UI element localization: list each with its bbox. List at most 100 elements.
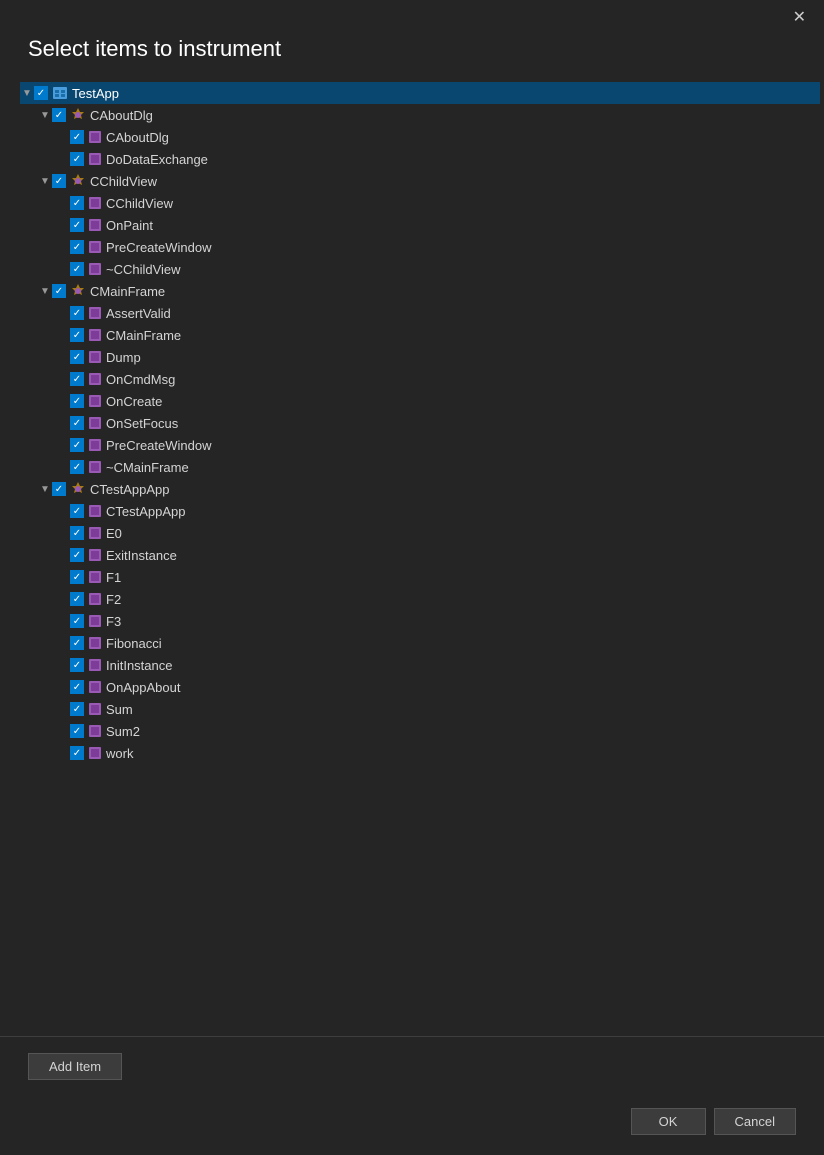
- tree-row-e0[interactable]: ✓ E0: [20, 522, 820, 544]
- tree-row-cchildview-ctor[interactable]: ✓ CChildView: [20, 192, 820, 214]
- bottom-bar: Add Item: [0, 1036, 824, 1096]
- checkbox-caboutdlg[interactable]: ✓: [52, 108, 66, 122]
- expand-arrow-cmainframe[interactable]: ▼: [38, 286, 52, 297]
- checkbox-dtor-cmainframe[interactable]: ✓: [70, 460, 84, 474]
- method-icon-13: [88, 438, 102, 452]
- checkbox-dodataexchange[interactable]: ✓: [70, 152, 84, 166]
- checkbox-f3[interactable]: ✓: [70, 614, 84, 628]
- checkbox-caboutdlg-ctor[interactable]: ✓: [70, 130, 84, 144]
- tree-row-dump[interactable]: ✓ Dump: [20, 346, 820, 368]
- tree-row-precreatewindow-1[interactable]: ✓ PreCreateWindow: [20, 236, 820, 258]
- expand-arrow-empty14: [56, 462, 70, 473]
- label-oncmdmsg: OnCmdMsg: [106, 372, 175, 387]
- tree-row-ctestappapp-ctor[interactable]: ✓ CTestAppApp: [20, 500, 820, 522]
- tree-row-work[interactable]: ✓ work: [20, 742, 820, 764]
- checkbox-precreatewindow-1[interactable]: ✓: [70, 240, 84, 254]
- tree-row-precreatewindow-2[interactable]: ✓ PreCreateWindow: [20, 434, 820, 456]
- tree-row-sum[interactable]: ✓ Sum: [20, 698, 820, 720]
- expand-arrow-empty7: [56, 308, 70, 319]
- label-sum2: Sum2: [106, 724, 140, 739]
- cancel-button[interactable]: Cancel: [714, 1108, 796, 1135]
- tree-row-cmainframe-ctor[interactable]: ✓ CMainFrame: [20, 324, 820, 346]
- checkbox-oncmdmsg[interactable]: ✓: [70, 372, 84, 386]
- tree-row-onappabout[interactable]: ✓ OnAppAbout: [20, 676, 820, 698]
- checkbox-cmainframe-ctor[interactable]: ✓: [70, 328, 84, 342]
- expand-arrow-caboutdlg[interactable]: ▼: [38, 110, 52, 121]
- label-onpaint: OnPaint: [106, 218, 153, 233]
- method-icon-26: [88, 746, 102, 760]
- expand-arrow-empty4: [56, 220, 70, 231]
- tree-row-caboutdlg-ctor[interactable]: ✓ CAboutDlg: [20, 126, 820, 148]
- checkbox-onpaint[interactable]: ✓: [70, 218, 84, 232]
- tree-row-dtor-cchildview[interactable]: ✓ ~CChildView: [20, 258, 820, 280]
- expand-arrow-ctestappapp[interactable]: ▼: [38, 484, 52, 495]
- checkbox-sum2[interactable]: ✓: [70, 724, 84, 738]
- checkbox-exitinstance[interactable]: ✓: [70, 548, 84, 562]
- add-item-button[interactable]: Add Item: [28, 1053, 122, 1080]
- checkbox-ctestappapp-ctor[interactable]: ✓: [70, 504, 84, 518]
- checkbox-e0[interactable]: ✓: [70, 526, 84, 540]
- expand-arrow-empty21: [56, 638, 70, 649]
- tree-row-fibonacci[interactable]: ✓ Fibonacci: [20, 632, 820, 654]
- close-button[interactable]: ✕: [787, 8, 812, 28]
- checkbox-fibonacci[interactable]: ✓: [70, 636, 84, 650]
- checkbox-initinstance[interactable]: ✓: [70, 658, 84, 672]
- label-cchildview: CChildView: [90, 174, 157, 189]
- checkbox-onsetfocus[interactable]: ✓: [70, 416, 84, 430]
- tree-row-f1[interactable]: ✓ F1: [20, 566, 820, 588]
- tree-row-dodataexchange[interactable]: ✓ DoDataExchange: [20, 148, 820, 170]
- checkbox-ctestappapp[interactable]: ✓: [52, 482, 66, 496]
- checkbox-f2[interactable]: ✓: [70, 592, 84, 606]
- checkbox-assertvalid[interactable]: ✓: [70, 306, 84, 320]
- checkbox-oncreate[interactable]: ✓: [70, 394, 84, 408]
- label-cchildview-ctor: CChildView: [106, 196, 173, 211]
- checkbox-dump[interactable]: ✓: [70, 350, 84, 364]
- label-fibonacci: Fibonacci: [106, 636, 162, 651]
- label-dodataexchange: DoDataExchange: [106, 152, 208, 167]
- checkbox-cchildview[interactable]: ✓: [52, 174, 66, 188]
- tree-container[interactable]: ▼ ✓ TestApp ▼ ✓: [0, 78, 820, 1036]
- footer-buttons: OK Cancel: [0, 1096, 824, 1155]
- checkbox-testapp[interactable]: ✓: [34, 86, 48, 100]
- checkbox-cmainframe[interactable]: ✓: [52, 284, 66, 298]
- label-caboutdlg: CAboutDlg: [90, 108, 153, 123]
- tree-row-onsetfocus[interactable]: ✓ OnSetFocus: [20, 412, 820, 434]
- tree-row-cmainframe[interactable]: ▼ ✓ CMainFrame: [20, 280, 820, 302]
- method-icon-16: [88, 526, 102, 540]
- tree-row-initinstance[interactable]: ✓ InitInstance: [20, 654, 820, 676]
- checkbox-precreatewindow-2[interactable]: ✓: [70, 438, 84, 452]
- checkbox-sum[interactable]: ✓: [70, 702, 84, 716]
- tree-row-testapp[interactable]: ▼ ✓ TestApp: [20, 82, 820, 104]
- dialog-title: Select items to instrument: [0, 28, 824, 78]
- checkbox-f1[interactable]: ✓: [70, 570, 84, 584]
- method-icon-10: [88, 372, 102, 386]
- tree-row-oncmdmsg[interactable]: ✓ OnCmdMsg: [20, 368, 820, 390]
- ok-button[interactable]: OK: [631, 1108, 706, 1135]
- tree-row-f3[interactable]: ✓ F3: [20, 610, 820, 632]
- expand-arrow-cchildview[interactable]: ▼: [38, 176, 52, 187]
- tree-row-oncreate[interactable]: ✓ OnCreate: [20, 390, 820, 412]
- tree-row-caboutdlg[interactable]: ▼ ✓ CAboutDlg: [20, 104, 820, 126]
- label-sum: Sum: [106, 702, 133, 717]
- expand-arrow-empty20: [56, 616, 70, 627]
- tree-row-onpaint[interactable]: ✓ OnPaint: [20, 214, 820, 236]
- expand-arrow-empty15: [56, 506, 70, 517]
- tree-row-assertvalid[interactable]: ✓ AssertValid: [20, 302, 820, 324]
- expand-arrow-empty18: [56, 572, 70, 583]
- checkbox-dtor-cchildview[interactable]: ✓: [70, 262, 84, 276]
- expand-arrow-testapp[interactable]: ▼: [20, 88, 34, 99]
- class-icon-cchildview: [70, 173, 86, 189]
- tree-row-f2[interactable]: ✓ F2: [20, 588, 820, 610]
- tree-row-ctestappapp[interactable]: ▼ ✓ CTestAppApp: [20, 478, 820, 500]
- label-assertvalid: AssertValid: [106, 306, 171, 321]
- expand-arrow-empty8: [56, 330, 70, 341]
- checkbox-onappabout[interactable]: ✓: [70, 680, 84, 694]
- checkbox-cchildview-ctor[interactable]: ✓: [70, 196, 84, 210]
- expand-arrow-empty5: [56, 242, 70, 253]
- tree-row-exitinstance[interactable]: ✓ ExitInstance: [20, 544, 820, 566]
- tree-row-sum2[interactable]: ✓ Sum2: [20, 720, 820, 742]
- method-icon-15: [88, 504, 102, 518]
- checkbox-work[interactable]: ✓: [70, 746, 84, 760]
- tree-row-cchildview[interactable]: ▼ ✓ CChildView: [20, 170, 820, 192]
- tree-row-dtor-cmainframe[interactable]: ✓ ~CMainFrame: [20, 456, 820, 478]
